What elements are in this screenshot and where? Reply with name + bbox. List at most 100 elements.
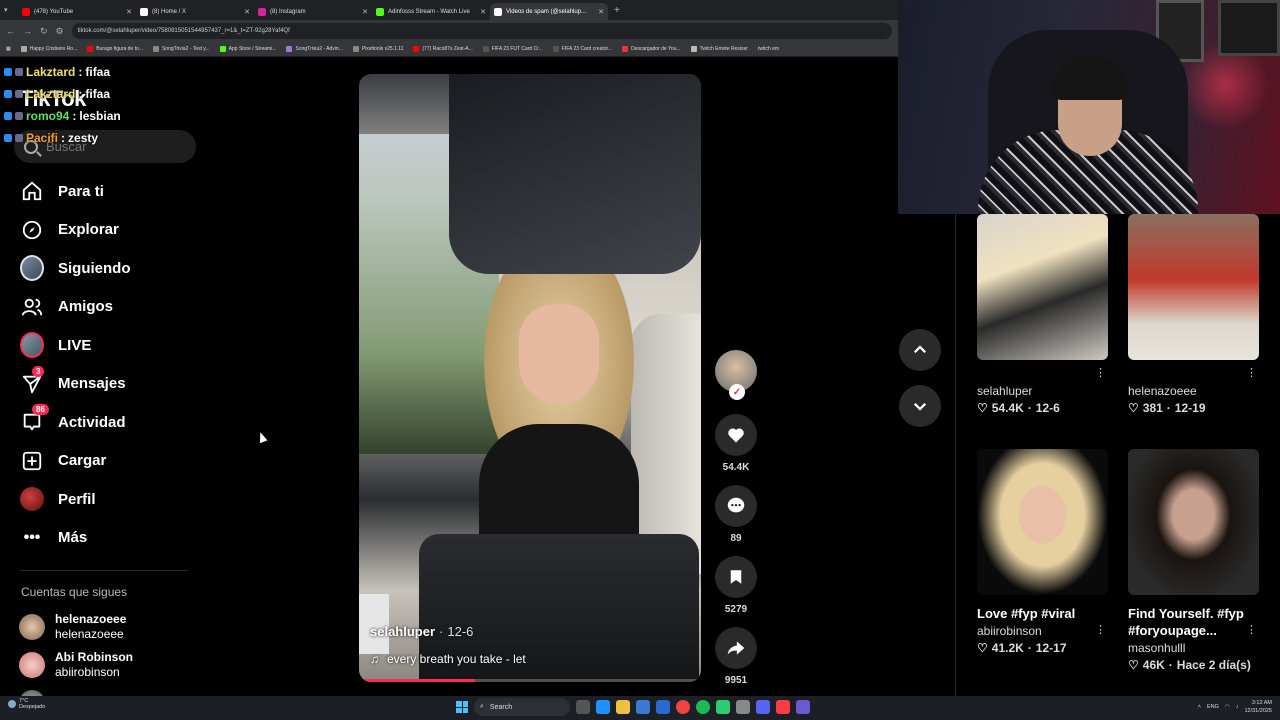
like-button[interactable] <box>715 414 757 456</box>
following-account[interactable]: Abi Robinson abiirobinson <box>19 646 133 684</box>
live-icon <box>20 332 44 359</box>
card-date: 12-6 <box>1035 401 1060 415</box>
store-icon[interactable] <box>636 700 650 714</box>
bookmark-item[interactable]: App Store / Streami... <box>219 46 276 52</box>
bookmark-item[interactable]: Burago figura de to... <box>87 46 143 52</box>
more-options-icon[interactable]: ⋮ <box>1246 623 1257 636</box>
wifi-icon[interactable]: ◠ <box>1225 704 1230 710</box>
card-title[interactable]: Find Yourself. #fyp #foryoupage... <box>1128 605 1259 639</box>
card-author[interactable]: helenazoeee <box>1128 384 1259 398</box>
edge-icon[interactable] <box>596 700 610 714</box>
volume-icon[interactable]: ♪ <box>1236 704 1239 710</box>
sidebar-item-label: Explorar <box>58 221 119 239</box>
share-button[interactable] <box>715 627 757 669</box>
apps-icon[interactable]: ▦ <box>6 46 11 52</box>
close-icon[interactable]: ✕ <box>598 8 604 16</box>
windows-start-icon[interactable] <box>456 701 468 713</box>
sidebar-item-mensajes[interactable]: 3 Mensajes <box>20 365 200 404</box>
xbox-icon[interactable] <box>716 700 730 714</box>
url-field[interactable]: tiktok.com/@selahluper/video/75808150515… <box>71 23 892 39</box>
sidebar-item-amigos[interactable]: Amigos <box>20 288 200 327</box>
bookmark-item[interactable]: (77) Raco87s Zest-A... <box>413 46 473 52</box>
video-thumbnail[interactable] <box>977 214 1108 360</box>
music-icon[interactable] <box>776 700 790 714</box>
sidebar-item-explorar[interactable]: Explorar <box>20 211 200 250</box>
weather-widget[interactable]: 7°C Despejado <box>8 698 45 710</box>
next-video-button[interactable] <box>899 385 941 427</box>
heart-outline-icon: ♡ <box>1128 658 1139 672</box>
sidebar-item-para-ti[interactable]: Para ti <box>20 172 200 211</box>
tab-youtube[interactable]: (478) YouTube ✕ <box>18 3 136 20</box>
sidebar-item-label: Para ti <box>58 182 104 200</box>
language-indicator[interactable]: ENG <box>1207 704 1219 710</box>
video-progress-bar[interactable] <box>359 679 701 682</box>
sidebar-item-cargar[interactable]: Cargar <box>20 442 200 481</box>
sidebar-item-live[interactable]: LIVE <box>20 326 200 365</box>
bookmark-item[interactable]: Pixeltools v25.1.11 <box>352 46 404 52</box>
obs-icon[interactable] <box>736 700 750 714</box>
taskbar-search[interactable]: ⌕ Search <box>474 698 570 716</box>
check-icon[interactable]: ✓ <box>729 384 745 400</box>
tab-tiktok[interactable]: Videos de spam (@selahlup... ✕ <box>490 3 608 20</box>
video-card[interactable]: ⋮ Find Yourself. #fyp #foryoupage... mas… <box>1128 449 1259 672</box>
video-thumbnail[interactable] <box>977 449 1108 595</box>
tab-kick[interactable]: Adinfosss Stream - Watch Live ✕ <box>372 3 490 20</box>
reload-icon[interactable]: ↻ <box>40 26 48 37</box>
more-options-icon[interactable]: ⋮ <box>1095 623 1106 636</box>
discord-icon[interactable] <box>756 700 770 714</box>
chevron-up-icon[interactable]: ˄ <box>1198 704 1201 710</box>
teams-icon[interactable] <box>796 700 810 714</box>
task-view-icon[interactable] <box>576 700 590 714</box>
chat-badge-icon <box>15 112 23 120</box>
card-author[interactable]: masonhulll <box>1128 641 1259 655</box>
bookmark-item[interactable]: Happy Cristiano Ro... <box>20 46 77 52</box>
video-card[interactable]: ⋮ Love #fyp #viral abiirobinson ♡ 41.2K · 1… <box>977 449 1108 655</box>
close-icon[interactable]: ✕ <box>244 8 250 16</box>
video-music[interactable]: ♫ every breath you take - let <box>370 652 526 666</box>
bookmark-item[interactable]: Descargador de You... <box>622 46 681 52</box>
file-explorer-icon[interactable] <box>616 700 630 714</box>
author-avatar[interactable]: ✓ <box>715 350 757 400</box>
bookmark-item[interactable]: Twitch Emote Resizer <box>690 46 748 52</box>
bookmark-item[interactable]: FIFA 23 Card creator... <box>552 46 612 52</box>
sidebar-item-siguiendo[interactable]: Siguiendo <box>20 249 200 288</box>
close-icon[interactable]: ✕ <box>362 8 368 16</box>
more-options-icon[interactable]: ⋮ <box>1246 366 1257 379</box>
following-account[interactable]: helenazoeee helenazoeee <box>19 608 133 646</box>
spotify-icon[interactable] <box>696 700 710 714</box>
site-info-icon[interactable]: ⚙ <box>56 26 64 37</box>
forward-icon[interactable]: → <box>23 26 32 36</box>
tab-search-icon[interactable]: ▾ <box>4 6 18 14</box>
tab-x[interactable]: (8) Home / X ✕ <box>136 3 254 20</box>
bookmark-item[interactable]: SongTrivia2 - Test y... <box>152 46 210 52</box>
card-author[interactable]: selahluper <box>977 384 1108 398</box>
more-options-icon[interactable]: ⋮ <box>1095 366 1106 379</box>
bookmark-item[interactable]: SongTrivia2 - Advin... <box>286 46 343 52</box>
previous-video-button[interactable] <box>899 329 941 371</box>
video-card[interactable]: ⋮ selahluper ♡ 54.4K · 12-6 <box>977 214 1108 415</box>
video-thumbnail[interactable] <box>1128 214 1259 360</box>
sidebar-item-actividad[interactable]: 86 Actividad <box>20 403 200 442</box>
chat-message: romo94: lesbian <box>4 105 121 127</box>
sidebar-item-mas[interactable]: ••• Más <box>20 519 200 558</box>
new-tab-icon[interactable]: + <box>614 5 620 16</box>
bookmark-item[interactable]: FIFA 23 FUT Card Cr... <box>482 46 543 52</box>
back-icon[interactable]: ← <box>6 26 15 36</box>
card-title[interactable]: Love #fyp #viral <box>977 605 1108 622</box>
video-author[interactable]: selahluper · 12-6 <box>370 624 473 639</box>
comment-button[interactable] <box>715 485 757 527</box>
video-player[interactable]: selahluper · 12-6 ♫ every breath you take -… <box>359 74 701 682</box>
card-author[interactable]: abiirobinson <box>977 624 1108 638</box>
bookmark-label: Pixeltools v25.1.11 <box>361 46 404 52</box>
chrome-icon[interactable] <box>676 700 690 714</box>
close-icon[interactable]: ✕ <box>126 8 132 16</box>
sidebar-item-perfil[interactable]: Perfil <box>20 480 200 519</box>
bookmark-item[interactable]: twitch em <box>758 46 779 52</box>
tab-instagram[interactable]: (8) Instagram ✕ <box>254 3 372 20</box>
video-card[interactable]: ⋮ helenazoeee ♡ 381 · 12-19 <box>1128 214 1259 415</box>
clock[interactable]: 3:12 AM 12/31/2025 <box>1244 699 1272 715</box>
mail-icon[interactable] <box>656 700 670 714</box>
close-icon[interactable]: ✕ <box>480 8 486 16</box>
save-button[interactable] <box>715 556 757 598</box>
video-thumbnail[interactable] <box>1128 449 1259 595</box>
